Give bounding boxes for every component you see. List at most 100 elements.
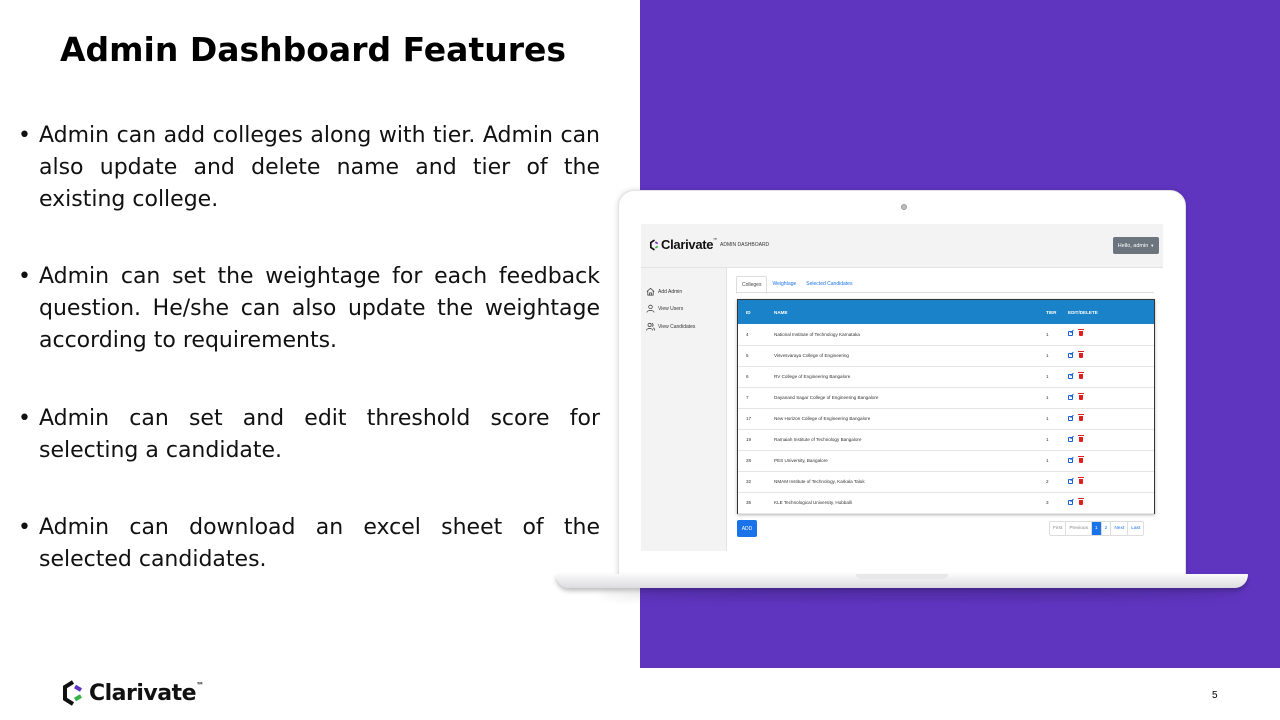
pagination-next[interactable]: Next	[1111, 522, 1129, 535]
table-row: 35 KLE Technological University, Hubballi…	[738, 492, 1154, 513]
cell-id: 28	[746, 458, 752, 463]
feature-bullet: • Admin can add colleges along with tier.…	[18, 123, 600, 212]
app-brand-name: Clarivate™	[661, 237, 717, 252]
app-logo[interactable]: Clarivate™	[650, 237, 717, 252]
cell-name: RV College of Engineering Bangalore	[774, 374, 851, 379]
cell-actions	[1060, 450, 1154, 471]
cell-actions	[1060, 492, 1154, 513]
cell-tier: 3	[1046, 500, 1049, 505]
edit-icon[interactable]	[1068, 478, 1073, 484]
cell-actions	[1060, 324, 1154, 345]
table-row: 6 RV College of Engineering Bangalore 1	[738, 366, 1154, 387]
cell-tier: 1	[1046, 374, 1049, 379]
cell-name: National Institute of Technology Karnata…	[774, 331, 860, 337]
table-row: 28 PES University, Bangalore 1	[738, 450, 1154, 471]
laptop-shadow	[600, 590, 1240, 600]
cell-tier: 1	[1046, 331, 1049, 337]
column-header-id: ID	[746, 309, 751, 315]
column-header-name: NAME	[774, 309, 788, 315]
table-row: 19 Ramaiah Institute of Technology Bangal…	[738, 429, 1154, 450]
app-navbar: Clarivate™ ADMIN DASHBOARD Hello, admin ▼	[641, 224, 1163, 268]
table-row: 4 National Institute of Technology Karnat…	[738, 324, 1154, 345]
edit-icon[interactable]	[1068, 415, 1073, 421]
pagination-page-2[interactable]: 2	[1102, 522, 1112, 535]
edit-icon[interactable]	[1068, 436, 1073, 442]
user-menu-label: Hello, admin	[1117, 242, 1149, 249]
delete-icon[interactable]	[1078, 371, 1084, 379]
nav-title: ADMIN DASHBOARD	[720, 242, 770, 248]
cell-id: 4	[746, 331, 749, 337]
feature-bullet: • Admin can set and edit threshold score …	[18, 406, 600, 463]
sidebar-item-add-admin[interactable]: Add Admin	[646, 287, 682, 296]
cell-id: 32	[746, 479, 752, 484]
delete-icon[interactable]	[1078, 434, 1084, 442]
feature-text: Admin can download an excel sheet of the…	[39, 515, 600, 572]
column-header-actions: EDIT/DELETE	[1068, 309, 1098, 315]
footer-logo: Clarivate™	[62, 680, 204, 706]
cell-actions	[1060, 408, 1154, 429]
clarivate-logo-icon	[63, 680, 83, 706]
pagination-last[interactable]: Last	[1128, 522, 1143, 535]
users-icon	[646, 322, 655, 331]
delete-icon[interactable]	[1078, 497, 1084, 505]
edit-icon[interactable]	[1068, 331, 1073, 337]
tabs-divider	[736, 292, 1154, 293]
user-menu-button[interactable]: Hello, admin ▼	[1113, 237, 1159, 254]
cell-name: Ramaiah Institute of Technology Bangalor…	[774, 437, 862, 442]
cell-actions	[1060, 471, 1154, 492]
sidebar-item-label: View Candidates	[658, 323, 696, 330]
feature-bullet: • Admin can set the weightage for each fe…	[18, 264, 600, 353]
sidebar-item-view-users[interactable]: View Users	[646, 304, 683, 313]
delete-icon[interactable]	[1078, 476, 1084, 484]
feature-text: Admin can add colleges along with tier. …	[39, 123, 600, 212]
slide-title: Admin Dashboard Features	[60, 30, 567, 69]
delete-icon[interactable]	[1078, 392, 1084, 400]
edit-icon[interactable]	[1068, 373, 1073, 379]
cell-tier: 1	[1046, 458, 1049, 463]
edit-icon[interactable]	[1068, 499, 1073, 505]
colleges-table: ID NAME TIER EDIT/DELETE 4 National Insti…	[737, 299, 1155, 514]
cell-id: 17	[746, 416, 752, 421]
caret-down-icon: ▼	[1150, 243, 1155, 248]
table-row: 7 Dayanand Sagar College of Engineering B…	[738, 387, 1154, 408]
cell-id: 19	[746, 437, 752, 442]
pagination-previous[interactable]: Previous	[1066, 522, 1092, 535]
table-body: 4 National Institute of Technology Karnat…	[738, 324, 1154, 513]
delete-icon[interactable]	[1078, 350, 1084, 358]
camera-icon	[901, 204, 907, 210]
footer-brand-name: Clarivate™	[89, 680, 204, 706]
add-college-button[interactable]: ADD	[737, 520, 757, 537]
sidebar: Add Admin View Users View Candidates	[641, 268, 727, 551]
home-icon	[646, 287, 655, 296]
table-row: 17 New Horizon College of Engineering Ban…	[738, 408, 1154, 429]
cell-id: 35	[746, 500, 752, 505]
pagination-page-1[interactable]: 1	[1092, 522, 1102, 535]
delete-icon[interactable]	[1078, 455, 1084, 463]
edit-icon[interactable]	[1068, 394, 1073, 400]
feature-text: Admin can set the weightage for each fee…	[39, 264, 600, 353]
sidebar-item-label: Add Admin	[658, 288, 683, 295]
edit-icon[interactable]	[1068, 457, 1073, 463]
pagination-first[interactable]: First	[1050, 522, 1067, 535]
sidebar-item-view-candidates[interactable]: View Candidates	[646, 322, 695, 331]
feature-bullet: • Admin can download an excel sheet of th…	[18, 515, 600, 572]
delete-icon[interactable]	[1078, 329, 1084, 337]
feature-text: Admin can set and edit threshold score f…	[39, 406, 600, 463]
cell-name: Dayanand Sagar College of Engineering Ba…	[774, 395, 879, 400]
cell-tier: 1	[1046, 353, 1049, 358]
user-icon	[646, 304, 655, 313]
edit-icon[interactable]	[1068, 352, 1073, 358]
cell-name: KLE Technological University, Hubballi	[774, 500, 852, 505]
cell-tier: 2	[1046, 479, 1049, 484]
sidebar-item-label: View Users	[658, 305, 684, 312]
cell-tier: 1	[1046, 395, 1049, 400]
cell-id: 7	[746, 395, 749, 400]
pagination: First Previous 1 2 Next Last	[1049, 521, 1145, 536]
table-header-row: ID NAME TIER EDIT/DELETE	[738, 300, 1154, 324]
cell-id: 6	[746, 374, 749, 379]
clarivate-logo-icon	[650, 238, 659, 251]
cell-tier: 1	[1046, 416, 1049, 421]
laptop-base	[556, 574, 1248, 588]
delete-icon[interactable]	[1078, 413, 1084, 421]
cell-name: Visvesvaraya College of Engineering	[774, 353, 849, 358]
